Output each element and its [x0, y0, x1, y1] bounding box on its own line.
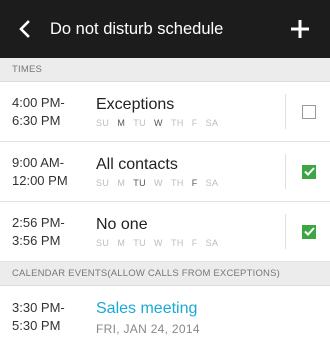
day-w: W — [154, 118, 163, 128]
day-sa: SA — [205, 118, 219, 128]
schedule-name: Exceptions — [96, 96, 175, 113]
checkmark-icon — [303, 227, 315, 236]
schedule-end-time: 6:30 PM — [12, 112, 61, 128]
day-tu: TU — [133, 178, 147, 188]
schedule-days: SU M TU W TH F SA — [96, 118, 302, 128]
schedule-list: 4:00 PM- 6:30 PM Exceptions SU M TU W TH F SA … — [0, 82, 330, 262]
schedule-row[interactable]: 2:56 PM- 3:56 PM No one SU M TU W TH F SA — [0, 202, 330, 262]
day-su: SU — [96, 238, 110, 248]
day-sa: SA — [205, 238, 219, 248]
day-sa: SA — [205, 178, 219, 188]
section-header-calendar-events: CALENDAR EVENTS(ALLOW CALLS FROM EXCEPTI… — [0, 262, 330, 286]
event-info: Sales meeting FRI, JAN 24, 2014 — [96, 299, 330, 336]
schedule-info: Exceptions SU M TU W TH F SA — [96, 95, 302, 128]
page-title: Do not disturb schedule — [50, 19, 224, 38]
plus-icon — [291, 20, 309, 38]
row-divider — [285, 214, 286, 249]
schedule-info: All contacts SU M TU W TH F SA — [96, 155, 302, 188]
day-m: M — [117, 238, 126, 248]
row-divider — [285, 154, 286, 189]
schedule-start-time: 4:00 PM- — [12, 94, 65, 110]
day-su: SU — [96, 178, 110, 188]
calendar-event-list: 3:30 PM- 5:30 PM Sales meeting FRI, JAN … — [0, 286, 330, 348]
day-m: M — [117, 178, 126, 188]
schedule-row[interactable]: 9:00 AM- 12:00 PM All contacts SU M TU W TH F… — [0, 142, 330, 202]
add-schedule-button[interactable] — [284, 9, 316, 49]
day-w: W — [154, 238, 163, 248]
day-f: F — [191, 118, 198, 128]
schedule-end-time: 3:56 PM — [12, 232, 61, 248]
day-th: TH — [170, 118, 184, 128]
schedule-start-time: 2:56 PM- — [12, 214, 65, 230]
schedule-time: 9:00 AM- 12:00 PM — [0, 154, 96, 190]
day-tu: TU — [133, 118, 147, 128]
day-f: F — [191, 178, 198, 188]
event-date: FRI, JAN 24, 2014 — [96, 321, 200, 336]
event-end-time: 5:30 PM — [12, 318, 61, 333]
back-button[interactable] — [18, 9, 44, 49]
day-m: M — [117, 118, 126, 128]
schedule-name: All contacts — [96, 156, 178, 173]
checked-checkbox[interactable] — [302, 224, 316, 239]
schedule-time: 2:56 PM- 3:56 PM — [0, 214, 96, 250]
event-start-time: 3:30 PM- — [12, 300, 65, 315]
schedule-start-time: 9:00 AM- — [12, 154, 65, 170]
app-window: Do not disturb schedule TIMES 4:00 PM- 6… — [0, 0, 330, 356]
day-th: TH — [170, 178, 184, 188]
row-divider — [285, 94, 286, 129]
back-chevron-icon — [19, 20, 30, 38]
schedule-name: No one — [96, 216, 148, 233]
day-th: TH — [170, 238, 184, 248]
schedule-days: SU M TU W TH F SA — [96, 238, 302, 248]
section-header-times: TIMES — [0, 58, 330, 82]
day-f: F — [191, 238, 198, 248]
checked-checkbox[interactable] — [302, 164, 316, 179]
event-name: Sales meeting — [96, 299, 198, 317]
unchecked-checkbox[interactable] — [302, 104, 316, 119]
event-time: 3:30 PM- 5:30 PM — [0, 299, 96, 335]
schedule-time: 4:00 PM- 6:30 PM — [0, 94, 96, 130]
schedule-end-time: 12:00 PM — [12, 172, 68, 188]
schedule-info: No one SU M TU W TH F SA — [96, 215, 302, 248]
day-tu: TU — [133, 238, 147, 248]
day-su: SU — [96, 118, 110, 128]
checkmark-icon — [303, 167, 315, 176]
schedule-days: SU M TU W TH F SA — [96, 178, 302, 188]
schedule-row[interactable]: 4:00 PM- 6:30 PM Exceptions SU M TU W TH F SA — [0, 82, 330, 142]
action-bar: Do not disturb schedule — [0, 0, 330, 58]
calendar-event-row[interactable]: 3:30 PM- 5:30 PM Sales meeting FRI, JAN … — [0, 286, 330, 348]
day-w: W — [154, 178, 163, 188]
